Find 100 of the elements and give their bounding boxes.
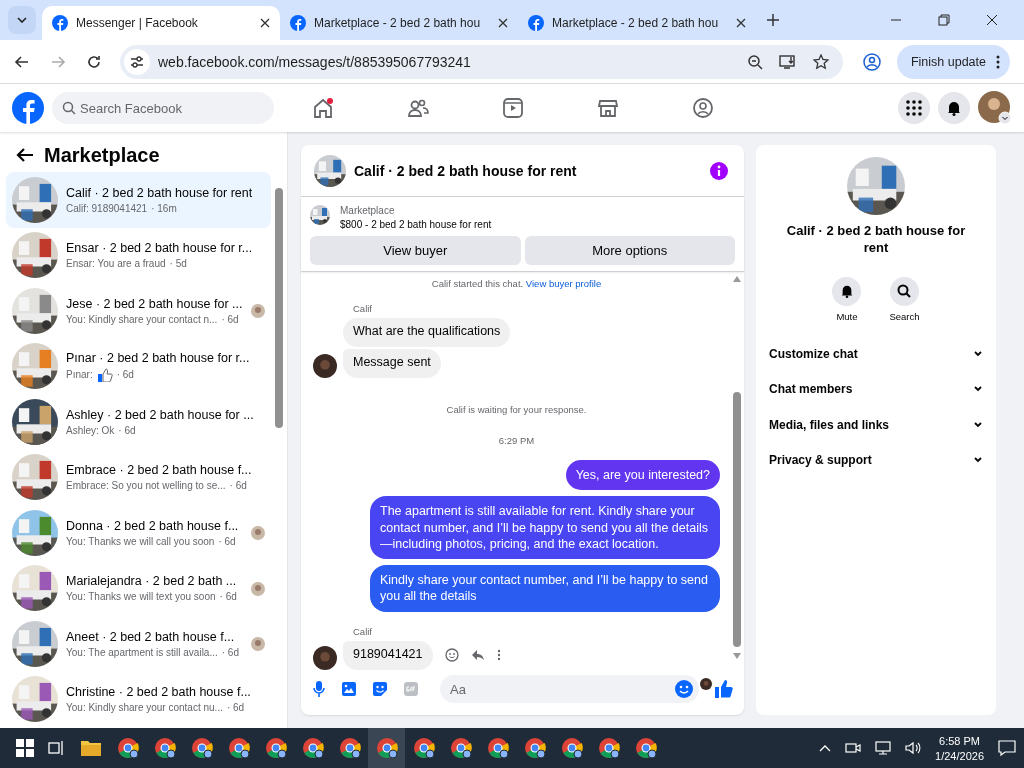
emoji-icon[interactable] [444, 648, 459, 662]
bell-icon[interactable] [832, 276, 862, 306]
network-icon[interactable] [875, 741, 892, 755]
conversation-item[interactable]: Marialejandra · 2 bed 2 bath ... You: Thanks we will text you soon · 6d [6, 560, 271, 616]
sticker-icon[interactable] [372, 681, 388, 697]
conversation-item[interactable]: Jese · 2 bed 2 bath house for ... You: Kindly share your contact n... · 6d [6, 283, 271, 339]
thumbs-up-icon [96, 367, 113, 382]
message-preview: You: Thanks we will call you soon [66, 535, 215, 547]
details-section[interactable]: Media, files and links [768, 406, 984, 443]
zoom-out-icon[interactable] [746, 53, 763, 70]
message-bubble: Yes, are you interested? [565, 460, 720, 491]
details-section[interactable]: Privacy & support [768, 442, 984, 478]
star-icon[interactable] [812, 53, 829, 70]
browser-tab[interactable]: Marketplace - 2 bed 2 bath hou [280, 6, 518, 40]
notification-icon[interactable] [998, 739, 1016, 757]
groups-icon[interactable] [692, 97, 714, 119]
message-preview: Ashley: Ok [66, 424, 115, 436]
scroll-down-icon[interactable] [733, 653, 741, 659]
conversation-name: Ensar · 2 bed 2 bath house for r... [66, 241, 253, 256]
camera-icon[interactable] [845, 741, 862, 755]
scroll-up-icon[interactable] [733, 276, 741, 282]
message-time: · 6d [226, 702, 245, 714]
more-icon[interactable] [496, 649, 501, 661]
url-text: web.facebook.com/messages/t/885395067793241 [158, 53, 471, 70]
site-settings-icon[interactable] [124, 48, 150, 75]
bell-icon[interactable] [938, 92, 970, 124]
reply-icon[interactable] [470, 648, 485, 662]
chat-action-button[interactable]: View buyer [310, 236, 521, 265]
seen-avatar [251, 526, 265, 540]
install-app-icon[interactable] [778, 53, 797, 70]
new-tab-icon[interactable] [766, 13, 780, 27]
facebook-logo-icon [52, 15, 68, 31]
home-icon[interactable] [312, 97, 334, 119]
conversation-item[interactable]: Aneet · 2 bed 2 bath house f... You: The apartment is still availa... · 6d [6, 616, 271, 672]
message-bubble: Message sent [343, 349, 441, 378]
search-icon[interactable] [890, 276, 919, 306]
info-icon[interactable] [710, 161, 728, 180]
tab-list-button[interactable] [8, 6, 36, 34]
restore-icon[interactable] [938, 14, 950, 26]
search-field[interactable]: Search Facebook [52, 92, 274, 124]
message-preview: You: Kindly share your contact n... [66, 313, 218, 325]
message-preview: You: Thanks we will text you soon [66, 591, 216, 603]
listing-title: $800 - 2 bed 2 bath house for rent [340, 219, 492, 230]
back-icon[interactable] [16, 147, 34, 163]
start-icon[interactable] [16, 739, 34, 757]
message-time: · 6d [118, 424, 136, 436]
conversation-item[interactable]: Pınar · 2 bed 2 bath house for r... Pınar: · 6d [6, 338, 271, 394]
reload-icon[interactable] [86, 53, 102, 70]
chevron-icon [17, 17, 27, 23]
message-time: · 6d [221, 646, 239, 658]
timestamp: 6:29 PM [497, 435, 536, 446]
browser-tab[interactable]: Messenger | Facebook [42, 6, 280, 40]
details-section[interactable]: Chat members [768, 371, 984, 407]
task-view-icon[interactable] [48, 739, 66, 757]
listing-label: Marketplace [340, 205, 396, 216]
action-label: Search [889, 310, 920, 322]
conversation-item[interactable]: Ensar · 2 bed 2 bath house for r... Ensar: You are a fraud · 5d [6, 227, 271, 283]
speaker-icon[interactable] [905, 741, 922, 755]
chat-action-button[interactable]: More options [524, 236, 735, 265]
message-input[interactable]: Aa [440, 675, 699, 703]
conversation-item[interactable]: Ashley · 2 bed 2 bath house for ... Ashley: Ok · 6d [6, 394, 271, 450]
conversation-item[interactable]: Christine · 2 bed 2 bath house f... You: Kindly share your contact nu... · 6d [6, 671, 271, 727]
conversation-name: Ashley · 2 bed 2 bath house for ... [66, 407, 254, 422]
menu-icon[interactable] [898, 92, 930, 124]
action-label: Mute [836, 310, 858, 322]
close-icon[interactable] [986, 14, 998, 26]
sender-name: Calif [353, 625, 373, 637]
message-time: · 6d [219, 591, 237, 603]
image-icon[interactable] [341, 681, 357, 697]
seen-avatar [251, 637, 265, 651]
seen-avatar [251, 581, 265, 596]
tab-title: Messenger | Facebook [76, 16, 199, 30]
browser-icon[interactable] [368, 728, 405, 768]
message-preview: Calif: 9189041421 [66, 202, 148, 214]
details-section[interactable]: Customize chat [768, 335, 984, 372]
finish-update-button[interactable]: Finish update [896, 44, 1010, 79]
profile-icon[interactable] [862, 52, 881, 71]
conversation-item[interactable]: Embrace · 2 bed 2 bath house f... Embrace: So you not welling to se... · 6d [6, 449, 271, 505]
message-time: · 6d [229, 480, 247, 492]
browser-tab[interactable]: Marketplace - 2 bed 2 bath hou [518, 6, 756, 40]
back-icon[interactable] [14, 53, 30, 70]
thumbs-up-icon[interactable] [714, 679, 734, 699]
close-icon[interactable] [498, 18, 508, 28]
facebook-logo-icon[interactable] [12, 92, 44, 124]
folder-icon[interactable] [80, 739, 102, 757]
conversation-item[interactable]: Donna · 2 bed 2 bath house f... You: Thanks we will call you soon · 6d [6, 505, 271, 561]
video-icon[interactable] [502, 97, 524, 119]
chevron-icon[interactable] [819, 744, 832, 752]
account-avatar[interactable] [978, 91, 1012, 125]
address-bar[interactable]: web.facebook.com/messages/t/885395067793241 [120, 44, 843, 79]
emoji-icon[interactable] [675, 680, 693, 698]
conversation-item[interactable]: Calif · 2 bed 2 bath house for rent Calif: 9189041421 · 16m [6, 172, 271, 228]
system-message: Calif started this chat. View buyer profile [430, 278, 603, 289]
friends-icon[interactable] [407, 97, 429, 119]
view-profile-link[interactable]: View buyer profile [525, 278, 602, 289]
microphone-icon[interactable] [312, 680, 326, 698]
close-icon[interactable] [260, 18, 270, 28]
store-icon[interactable] [597, 97, 619, 119]
close-icon[interactable] [736, 18, 746, 28]
message-bubble: 9189041421 [343, 640, 433, 670]
